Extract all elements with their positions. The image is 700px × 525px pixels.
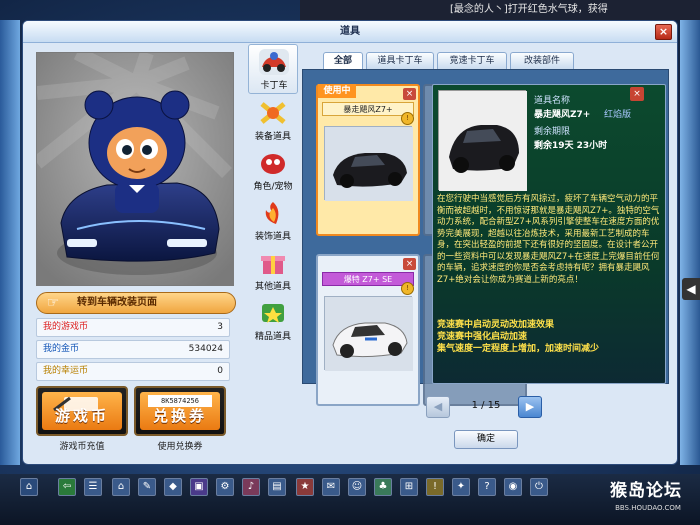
gift-icon: [258, 250, 288, 276]
button-face: 游戏币: [42, 392, 122, 430]
team-icon[interactable]: ♣: [374, 478, 392, 496]
category-equipment[interactable]: 装备道具: [248, 96, 298, 146]
voucher-caption: 使用兑换券: [157, 442, 203, 452]
tab-speed-kart[interactable]: 竞速卡丁车: [437, 52, 507, 69]
skill-line: 竞速赛中强化启动加速: [437, 332, 528, 342]
in-use-badge: 使用中: [318, 84, 356, 98]
category-label: 装饰道具: [254, 232, 291, 242]
detail-close-button[interactable]: ×: [630, 87, 644, 101]
category-label: 角色/宠物: [253, 182, 293, 192]
remove-item-button[interactable]: ×: [403, 258, 416, 270]
time-left-label: 剩余期限: [534, 127, 571, 137]
friends-icon[interactable]: ☺: [348, 478, 366, 496]
left-scene-strip: [0, 20, 20, 465]
category-character[interactable]: 角色/宠物: [248, 146, 298, 196]
category-label: 精品道具: [254, 332, 291, 342]
item-variant: 红焰版: [604, 110, 632, 120]
tools-icon[interactable]: ✎: [138, 478, 156, 496]
item-slot[interactable]: 爆特 Z7+ SE × !: [316, 254, 420, 406]
shop-icon[interactable]: ◆: [164, 478, 182, 496]
lucky-coin-stat: 我的幸运币 0: [36, 362, 230, 381]
confirm-button[interactable]: 确定: [454, 430, 518, 449]
detail-thumbnail: [438, 90, 527, 191]
tab-all[interactable]: 全部: [323, 52, 363, 69]
item-name: 暴走飓风Z7+: [322, 102, 414, 116]
button-label: 游戏币: [54, 407, 109, 425]
game-coin-recharge-button[interactable]: 游戏币: [36, 386, 128, 436]
category-label: 卡丁车: [260, 81, 288, 91]
category-premium[interactable]: 精品道具: [248, 296, 298, 346]
help-icon[interactable]: ?: [478, 478, 496, 496]
back-icon[interactable]: ⇦: [58, 478, 76, 496]
item-name-value: 暴走飓风Z7+: [534, 110, 591, 120]
button-label: 兑换券: [152, 407, 207, 425]
side-expand-arrow[interactable]: ◀: [682, 278, 700, 300]
button-face: 8K5874256 兑换券: [140, 392, 220, 430]
home-icon[interactable]: ⌂: [20, 478, 38, 496]
forum-logo-url: BBS.HOUDAO.COM: [615, 504, 681, 512]
item-name-label: 道具名称: [534, 96, 571, 106]
garage-icon[interactable]: ⌂: [112, 478, 130, 496]
notice-icon[interactable]: ◉: [504, 478, 522, 496]
map-icon[interactable]: ⊞: [400, 478, 418, 496]
decoration-icon: [258, 200, 288, 226]
game-coin-stat: 我的游戏币 3: [36, 318, 230, 337]
goto-tuning-button[interactable]: 转到车辆改装页面: [36, 292, 236, 314]
kart-preview-image: [37, 53, 233, 285]
announcement-banner: [最念的人丶]打开红色水气球，获得: [300, 0, 700, 20]
gold-coin-stat: 我的金币 534024: [36, 340, 230, 359]
tab-item-kart[interactable]: 道具卡丁车: [366, 52, 434, 69]
stat-label: 我的金币: [43, 344, 80, 354]
next-page-button[interactable]: ▶: [518, 396, 542, 418]
right-scene-strip: [680, 20, 700, 465]
kart-icon: [259, 49, 289, 75]
kart-preview[interactable]: [36, 52, 234, 286]
skill-line: 竞速赛中启动灵动改加速效果: [437, 320, 555, 330]
music-icon[interactable]: ♪: [242, 478, 260, 496]
premium-icon: [258, 300, 288, 326]
skill-line: 集气速度一定程度上增加，加速时间减少: [437, 344, 600, 354]
coin-icon: !: [401, 112, 414, 125]
character-icon: [258, 150, 288, 176]
item-thumbnail: [324, 126, 413, 201]
stat-value: 0: [217, 366, 223, 376]
category-label: 其他道具: [254, 282, 291, 292]
book-icon[interactable]: ▤: [268, 478, 286, 496]
equipment-icon: [258, 100, 288, 126]
inventory-icon[interactable]: ▣: [190, 478, 208, 496]
exit-icon[interactable]: ⏻: [530, 478, 548, 496]
pointing-hand-icon: ☞: [46, 295, 60, 311]
quest-icon[interactable]: !: [426, 478, 444, 496]
window-close-button[interactable]: ×: [655, 24, 672, 40]
window-title: 道具: [23, 21, 677, 43]
rank-icon[interactable]: ★: [296, 478, 314, 496]
category-decoration[interactable]: 装饰道具: [248, 196, 298, 246]
tab-parts[interactable]: 改装部件: [510, 52, 574, 69]
remove-item-button[interactable]: ×: [403, 88, 416, 100]
time-left-value: 剩余19天 23小时: [534, 141, 608, 151]
forum-logo: 猴岛论坛: [610, 481, 682, 501]
coin-icon: !: [401, 282, 414, 295]
page-indicator: 1 / 15: [471, 400, 501, 411]
event-icon[interactable]: ✦: [452, 478, 470, 496]
item-skills: 竞速赛中启动灵动改加速效果 竞速赛中强化启动加速 集气速度一定程度上增加，加速时…: [437, 319, 661, 355]
recharge-caption: 游戏币充值: [59, 442, 105, 452]
use-voucher-button[interactable]: 8K5874256 兑换券: [134, 386, 226, 436]
stat-value: 3: [217, 322, 223, 332]
item-description: 在您行驶中当感觉后方有风掠过，疲坏了车辆空气动力的平衡而被超越时，不用惊讶那就是…: [437, 194, 660, 285]
prev-page-button[interactable]: ◀: [426, 396, 450, 418]
stat-label: 我的游戏币: [43, 322, 89, 332]
mail-icon[interactable]: ✉: [322, 478, 340, 496]
item-name: 爆特 Z7+ SE: [322, 272, 414, 286]
chat-icon[interactable]: ☰: [84, 478, 102, 496]
stat-label: 我的幸运币: [43, 366, 89, 376]
stat-value: 534024: [188, 344, 223, 354]
item-thumbnail: [324, 296, 413, 371]
item-slot[interactable]: 暴走飓风Z7+ × !: [316, 84, 420, 236]
category-kart[interactable]: 卡丁车: [248, 44, 298, 94]
category-label: 装备道具: [254, 132, 291, 142]
category-other[interactable]: 其他道具: [248, 246, 298, 296]
settings-icon[interactable]: ⚙: [216, 478, 234, 496]
